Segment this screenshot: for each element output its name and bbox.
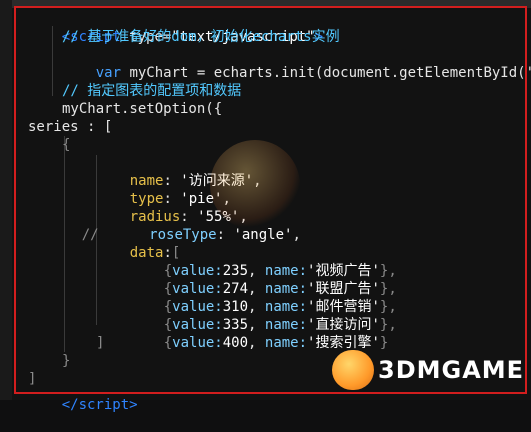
code-line-22: </script> [28, 378, 138, 432]
code-editor[interactable]: <script type="text/javascript"> // 基于准备好… [0, 0, 531, 413]
brand-logo: 3DMGAME [332, 350, 525, 390]
rosetype-sep: : [216, 227, 234, 243]
code-line-7: { [62, 137, 71, 153]
var-keyword: var [95, 65, 122, 81]
watermark-mascot [210, 140, 300, 230]
script-close-tag: </script [61, 397, 130, 413]
script-close-tag-end: > [129, 397, 138, 413]
data-row-value: 400 [222, 335, 249, 351]
line-gutter [0, 0, 12, 400]
code-line-5: myChart.setOption({ [62, 101, 223, 117]
brand-mascot-icon [332, 350, 374, 390]
rosetype-end: , [292, 227, 301, 243]
line-3-rest: myChart = echarts.init(document.getEleme… [121, 65, 531, 81]
code-line-18: ] [96, 335, 105, 351]
code-line-4: // 指定图表的配置项和数据 [62, 83, 242, 99]
brand-name: 3DMGAME [378, 356, 525, 384]
rosetype-value: 'angle' [233, 227, 293, 243]
code-line-2: // 基于准备好的dom，初始化echarts实例 [62, 29, 340, 45]
code-line-19: } [62, 353, 71, 369]
code-line-6: series : [ [28, 119, 113, 135]
data-row-name: '搜索引擎' [307, 335, 380, 351]
